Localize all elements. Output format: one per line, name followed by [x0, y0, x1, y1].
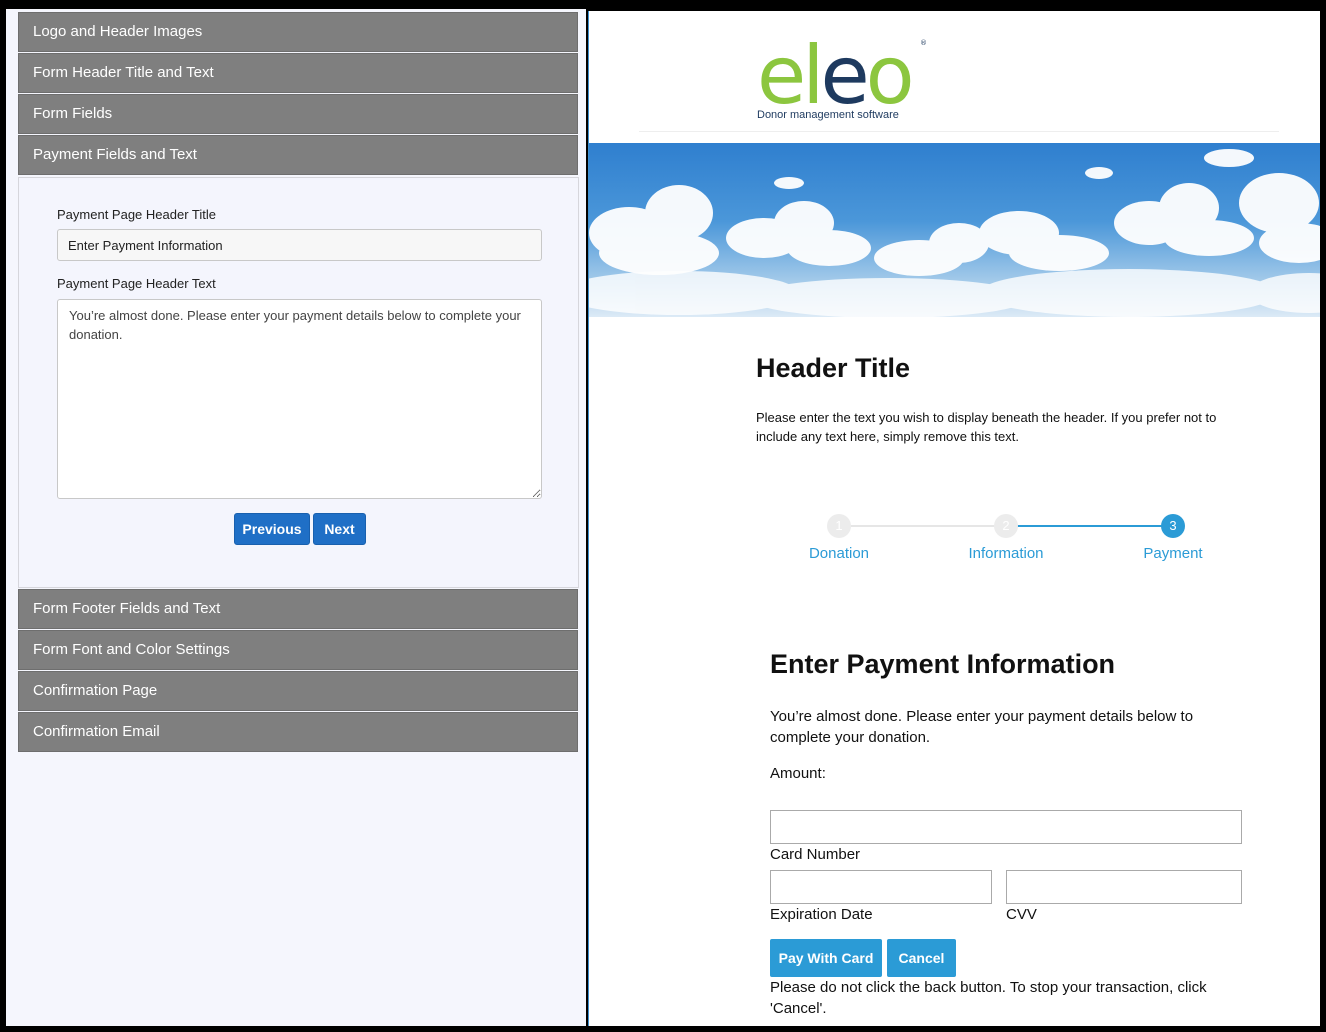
text-field-label: Payment Page Header Text [57, 276, 216, 291]
section-confirmation-page[interactable]: Confirmation Page [18, 671, 578, 711]
cvv-label: CVV [1006, 906, 1037, 923]
header-text: Please enter the text you wish to displa… [756, 410, 1217, 444]
step-dot-donation: 1 [827, 514, 851, 538]
section-form-header-title-text[interactable]: Form Header Title and Text [18, 53, 578, 93]
step-label-payment: Payment [1143, 545, 1203, 562]
editor-panel: Logo and Header Images Form Header Title… [6, 9, 586, 1026]
payment-text: You’re almost done. Please enter your pa… [770, 708, 1194, 746]
section-confirmation-email[interactable]: Confirmation Email [18, 712, 578, 752]
expiration-date-label: Expiration Date [770, 906, 873, 923]
form-preview: eleo ® Donor management software Header … [588, 11, 1320, 1026]
payment-header-text-input[interactable]: You’re almost done. Please enter your pa… [57, 299, 542, 499]
step-label-information: Information [968, 545, 1044, 562]
clouds-illustration [589, 149, 1320, 317]
step-label-donation: Donation [808, 545, 870, 562]
cancel-button[interactable]: Cancel [887, 939, 956, 977]
section-form-font-color-settings[interactable]: Form Font and Color Settings [18, 630, 578, 670]
payment-title: Enter Payment Information [770, 649, 1116, 679]
step-connector-1 [851, 525, 1007, 527]
previous-button[interactable]: Previous [234, 513, 310, 545]
payment-header-title-input[interactable] [57, 229, 542, 261]
header-title: Header Title [756, 353, 911, 383]
logo-tagline: Donor management software [757, 109, 899, 121]
card-number-label: Card Number [770, 846, 861, 863]
next-button[interactable]: Next [313, 513, 366, 545]
expiration-date-field[interactable] [770, 870, 992, 904]
payment-section-body: Payment Page Header Title Payment Page H… [18, 177, 579, 588]
svg-text:®: ® [920, 39, 927, 47]
pay-with-card-button[interactable]: Pay With Card [770, 939, 882, 977]
step-dot-information: 2 [994, 514, 1018, 538]
back-button-notice: Please do not click the back button. To … [770, 979, 1207, 1017]
section-payment-fields-text[interactable]: Payment Fields and Text [18, 135, 578, 175]
section-form-fields[interactable]: Form Fields [18, 94, 578, 134]
section-form-footer-fields-text[interactable]: Form Footer Fields and Text [18, 589, 578, 629]
card-number-field[interactable] [770, 810, 1242, 844]
logo-divider [639, 131, 1279, 132]
section-logo-header-images[interactable]: Logo and Header Images [18, 12, 578, 52]
cvv-field[interactable] [1006, 870, 1242, 904]
header-banner-image [589, 143, 1320, 317]
step-connector-2 [1017, 525, 1173, 527]
step-dot-payment: 3 [1161, 514, 1185, 538]
title-field-label: Payment Page Header Title [57, 207, 216, 222]
amount-label: Amount: [770, 765, 826, 782]
